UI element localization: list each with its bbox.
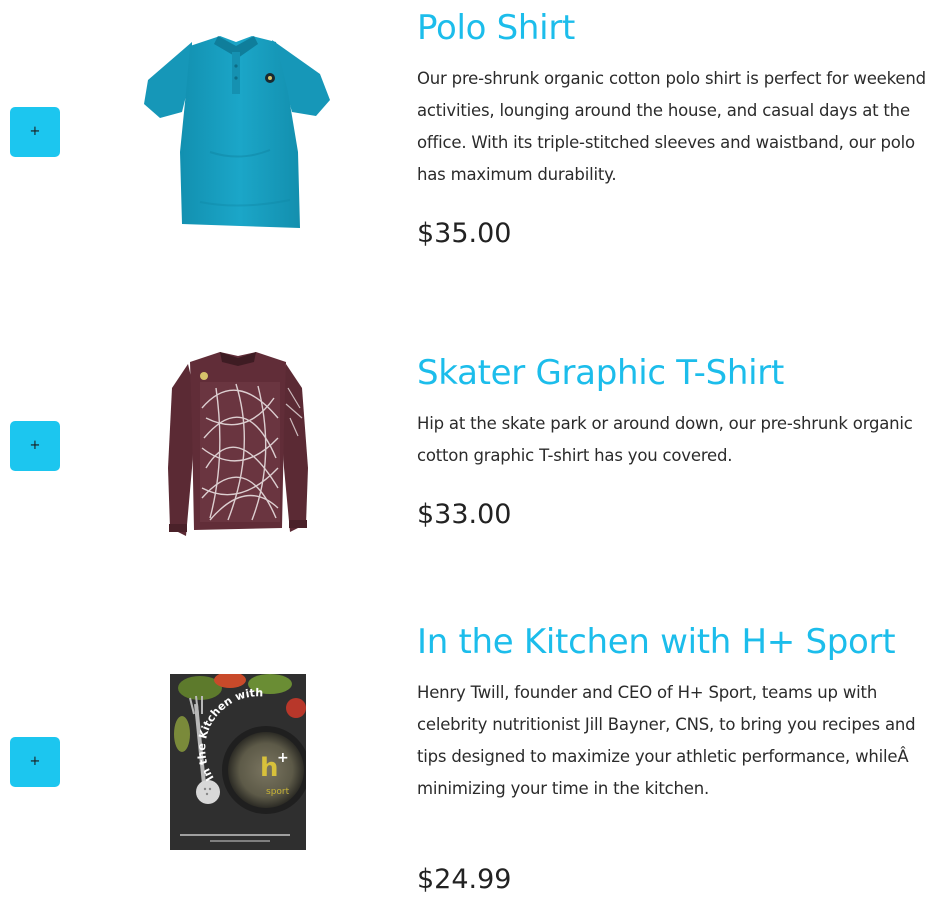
product-card-polo-shirt: + Polo Shirt Our pre-shrunk organic cott… (0, 0, 949, 290)
product-price: $35.00 (417, 218, 512, 249)
skater-graphic-shirt-image (168, 352, 308, 536)
product-card-skater-graphic-t-shirt: + Skater Graphic T-Shirt Hip at the skat… (0, 340, 949, 570)
product-title: Skater Graphic T-Shirt (417, 353, 784, 393)
product-card-cookbook: + In the Kitchen with h + sport In the K… (0, 605, 949, 895)
cookbook-logo-letter: h (260, 753, 279, 783)
product-title: Polo Shirt (417, 8, 576, 48)
product-price: $33.00 (417, 499, 512, 530)
cookbook-logo-plus: + (277, 750, 289, 766)
cookbook-logo-sport: sport (266, 787, 290, 797)
product-title: In the Kitchen with H+ Sport (417, 622, 896, 662)
cookbook-cover-image: In the Kitchen with h + sport (170, 674, 306, 850)
product-description: Our pre-shrunk organic cotton polo shirt… (417, 69, 926, 184)
product-description: Hip at the skate park or around down, ou… (417, 414, 913, 465)
add-to-cart-button[interactable]: + (10, 107, 60, 157)
add-to-cart-button[interactable]: + (10, 737, 60, 787)
product-description: Henry Twill, founder and CEO of H+ Sport… (417, 683, 916, 798)
add-to-cart-button[interactable]: + (10, 421, 60, 471)
product-price: $24.99 (417, 864, 512, 895)
polo-shirt-image (144, 36, 330, 228)
